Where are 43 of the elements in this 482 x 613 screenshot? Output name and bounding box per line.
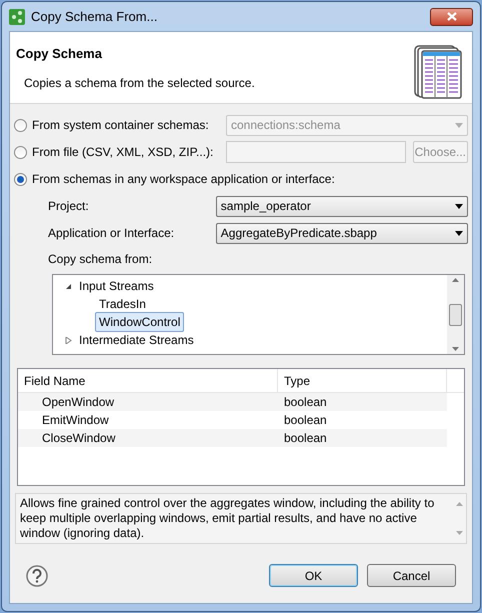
table-row[interactable]: CloseWindow boolean — [18, 429, 447, 447]
header-title: Copy Schema — [16, 45, 103, 63]
tree-item[interactable]: Input Streams — [75, 276, 158, 296]
dialog-button[interactable]: Cancel — [367, 564, 456, 587]
dropdown-arrow-icon — [455, 204, 463, 208]
dropdown-arrow-icon — [455, 230, 463, 236]
tree-item[interactable]: Intermediate Streams — [75, 330, 198, 350]
table-row[interactable]: OpenWindow boolean — [18, 393, 447, 411]
tree-item[interactable]: WindowControl — [95, 312, 184, 332]
project-label: Project: — [48, 198, 90, 215]
dialog-button[interactable]: OK — [269, 564, 358, 587]
scrollbar[interactable] — [447, 275, 464, 354]
header-description: Copies a schema from the selected source. — [23, 74, 255, 92]
table-cell-text: CloseWindow — [41, 430, 116, 447]
window-title: Copy Schema From... — [31, 8, 158, 26]
table-cell-text: EmitWindow — [41, 412, 110, 429]
table-cell-text: OpenWindow — [41, 394, 116, 411]
table-cell-text: boolean — [283, 394, 327, 411]
app-icon — [9, 8, 25, 24]
source-option-label[interactable]: From schemas in any workspace application or interface: — [32, 170, 335, 188]
expanded-triangle-icon[interactable] — [64, 282, 72, 290]
tree-item[interactable]: TradesIn — [95, 294, 150, 314]
scroll-down-icon[interactable] — [456, 531, 462, 535]
scroll-up-icon[interactable] — [456, 502, 462, 506]
application-dropdown[interactable]: AggregateByPredicate.sbapp — [216, 222, 468, 244]
description-text: Allows fine grained control over the aggregates window, including the ability to keep multiple overlapping windows, emit partial results, and have no active window (ignoring data). — [19, 495, 436, 542]
application-label: Application or Interface: — [48, 225, 176, 242]
scroll-up-icon[interactable] — [452, 278, 459, 282]
tree-label: Copy schema from: — [47, 251, 154, 268]
collapsed-triangle-icon[interactable] — [64, 336, 72, 344]
scroll-thumb[interactable] — [449, 304, 462, 326]
table-stack-icon — [414, 45, 462, 99]
radio-button[interactable] — [14, 172, 27, 186]
dropdown-arrow-icon — [455, 122, 463, 128]
project-dropdown[interactable]: sample_operator — [216, 196, 468, 216]
column-header[interactable]: Field Name — [18, 369, 278, 392]
scroll-down-icon[interactable] — [452, 347, 459, 351]
table-cell-text: boolean — [283, 430, 327, 447]
table-cell-text: boolean — [283, 412, 327, 429]
column-header[interactable]: Type — [278, 369, 447, 392]
close-icon — [446, 12, 456, 21]
help-icon[interactable] — [26, 564, 48, 586]
close-button[interactable] — [430, 8, 473, 26]
